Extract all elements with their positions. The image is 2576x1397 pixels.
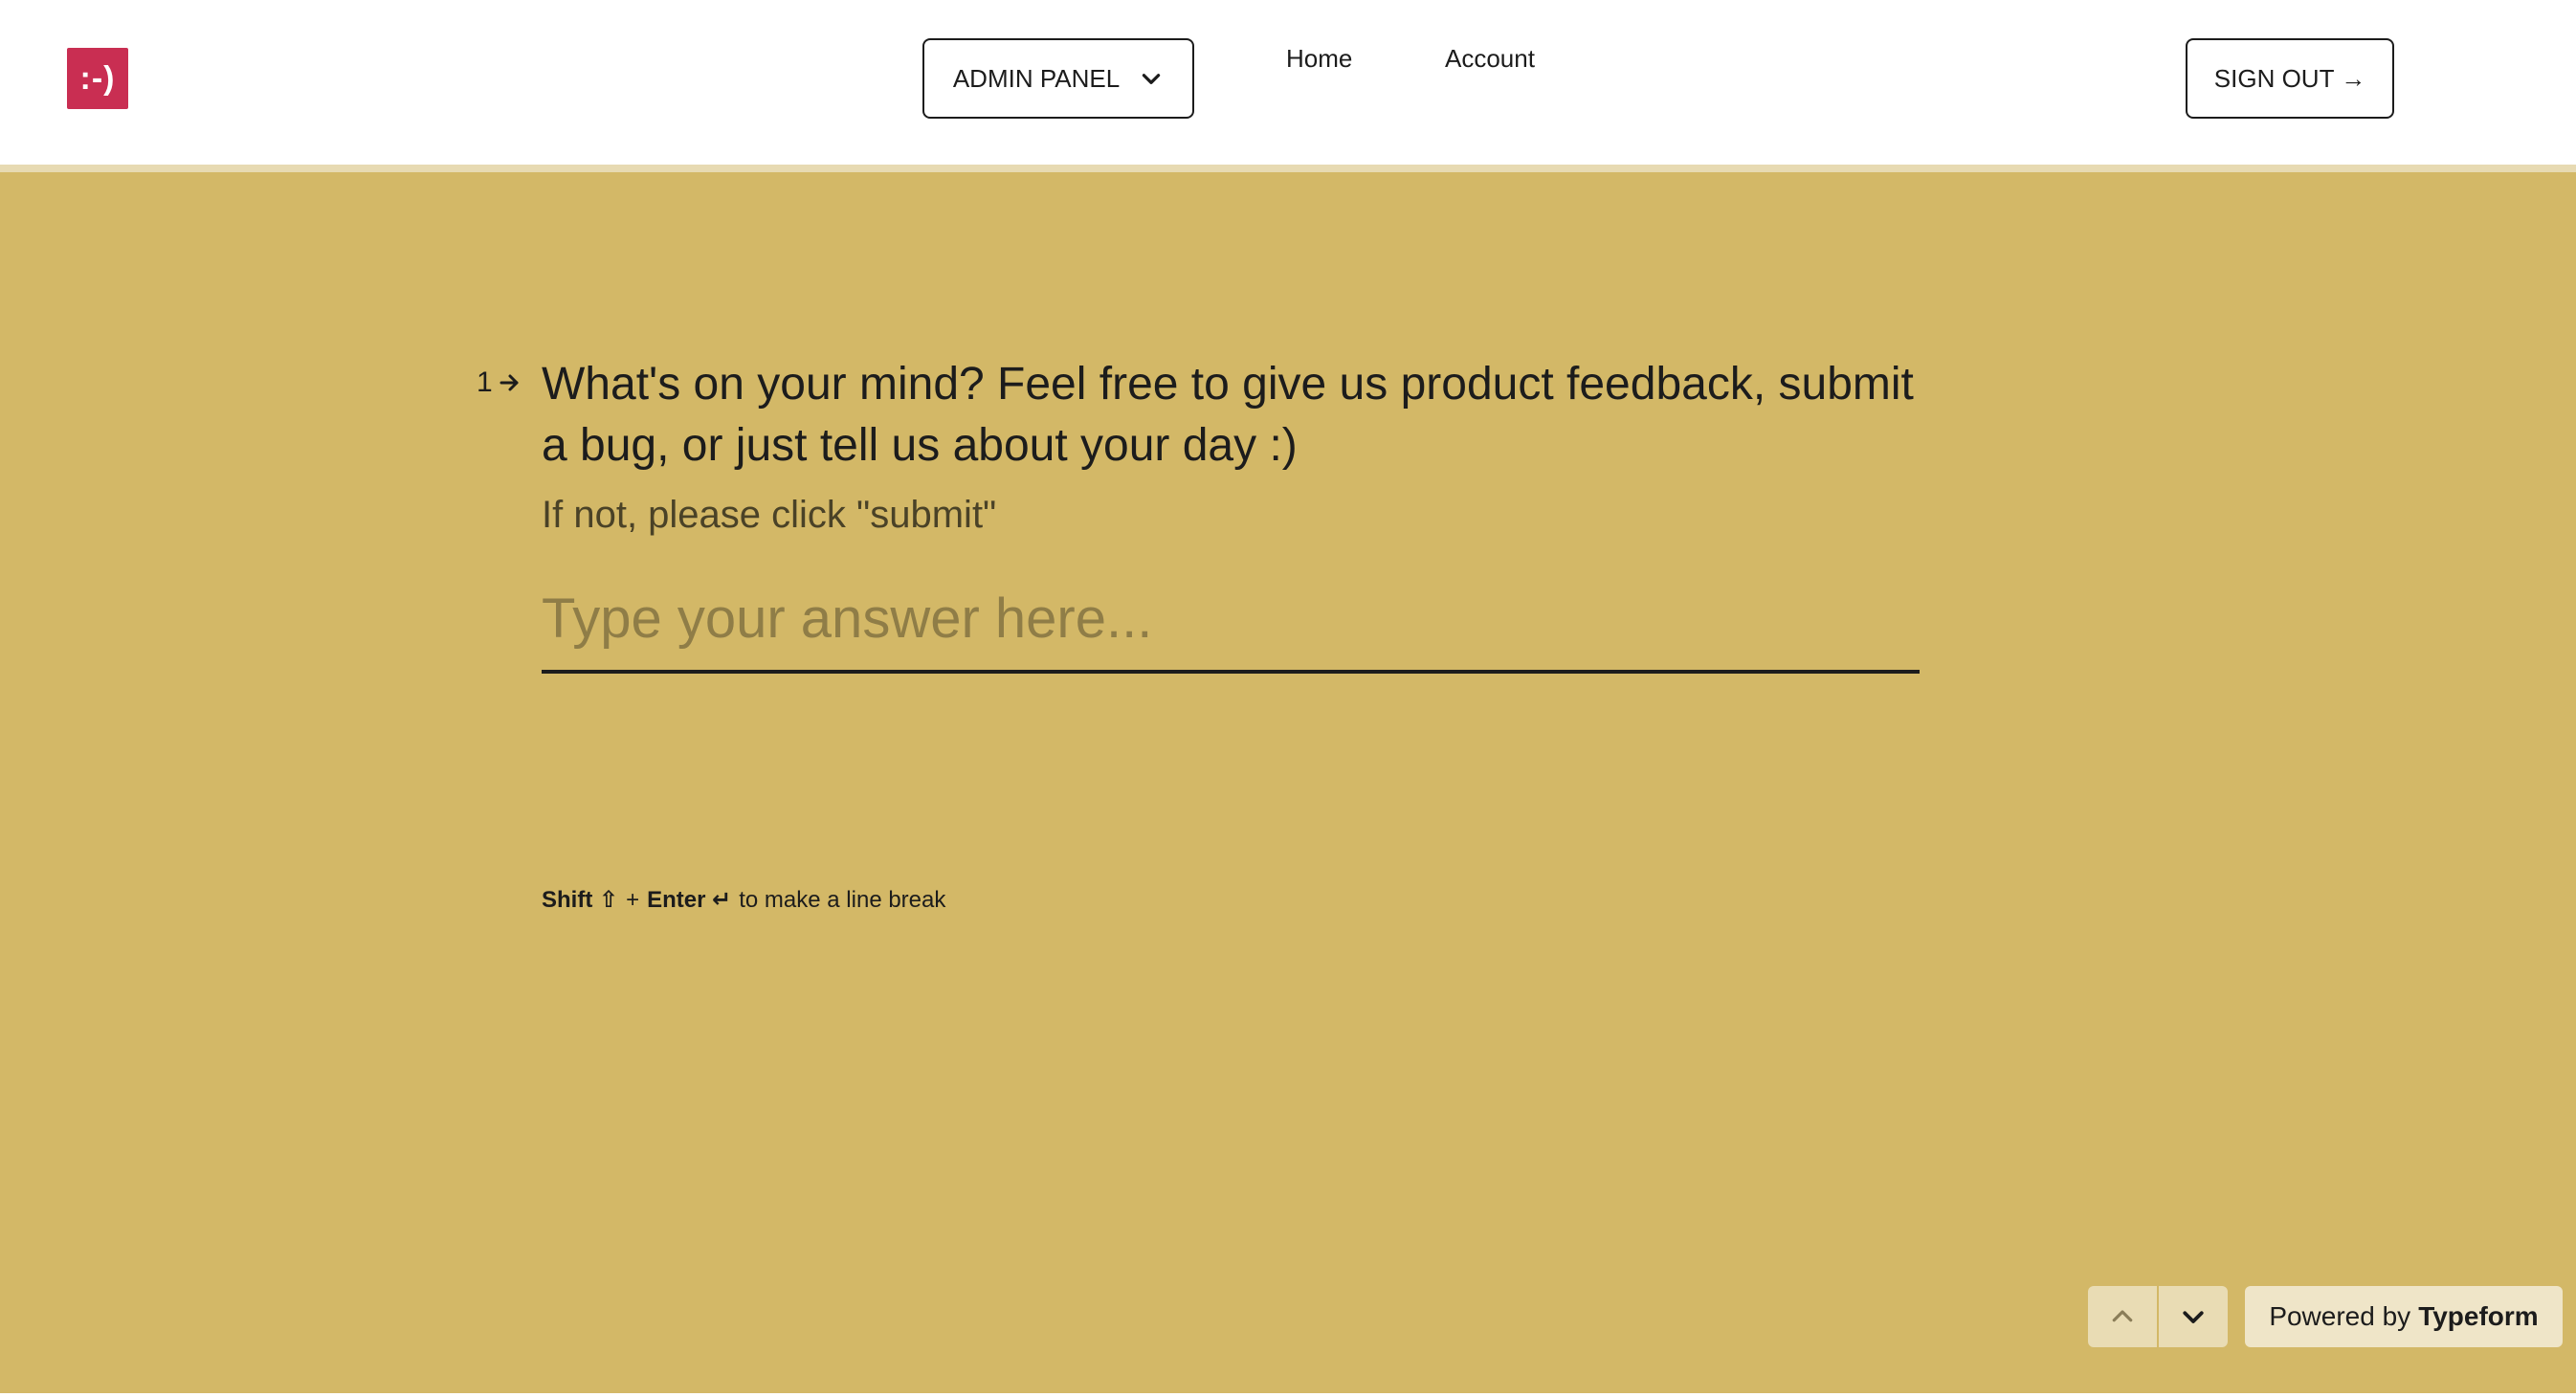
powered-by-typeform-link[interactable]: Powered by Typeform — [2245, 1286, 2563, 1347]
sign-out-button[interactable]: SIGN OUT → — [2186, 38, 2394, 119]
hint-enter-key: Enter ↵ — [647, 887, 732, 913]
nav-link-account[interactable]: Account — [1445, 44, 1535, 74]
hint-plus: + — [626, 886, 640, 913]
hint-shift-key: Shift ⇧ — [542, 887, 619, 913]
answer-input[interactable] — [542, 566, 1920, 674]
hint-suffix: to make a line break — [739, 886, 946, 913]
top-header: :-) ADMIN PANEL Home Account SIGN OUT → — [0, 0, 2576, 165]
admin-panel-dropdown[interactable]: ADMIN PANEL — [922, 38, 1194, 119]
sign-out-label: SIGN OUT → — [2213, 63, 2366, 93]
previous-question-button[interactable] — [2088, 1286, 2157, 1347]
line-break-hint: Shift ⇧ + Enter ↵ to make a line break — [542, 886, 945, 914]
logo-text: :-) — [79, 59, 116, 97]
next-question-button[interactable] — [2159, 1286, 2228, 1347]
arrow-right-icon — [500, 374, 519, 391]
powered-brand: Typeform — [2418, 1301, 2539, 1331]
question-number-text: 1 — [477, 366, 493, 398]
chevron-down-icon — [1142, 74, 1161, 84]
question-title: What's on your mind? Feel free to give u… — [542, 359, 1914, 471]
typeform-container — [0, 165, 2576, 1393]
question-number: 1 — [477, 366, 522, 399]
admin-panel-label: ADMIN PANEL — [952, 63, 1121, 93]
question-description: If not, please click "submit" — [542, 494, 997, 536]
logo[interactable]: :-) — [67, 48, 128, 109]
chevron-up-icon — [2112, 1310, 2133, 1322]
chevron-down-icon — [2183, 1311, 2204, 1323]
powered-prefix: Powered by — [2269, 1301, 2411, 1331]
nav-link-home[interactable]: Home — [1286, 44, 1352, 74]
